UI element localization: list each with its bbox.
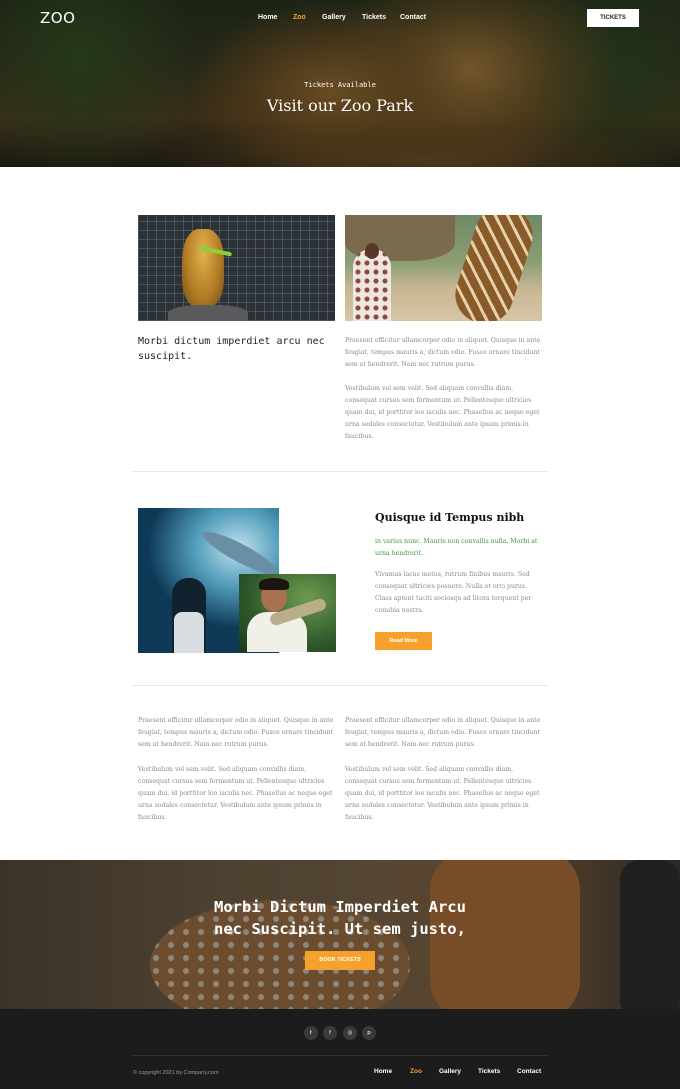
read-more-button[interactable]: Read More xyxy=(375,632,432,650)
footer-nav-gallery[interactable]: Gallery xyxy=(439,1068,461,1075)
section1-paragraph: Vestibulum vel sem velit. Sed aliquam co… xyxy=(345,385,540,440)
reptile-handler-image xyxy=(239,574,336,652)
twitter-icon[interactable]: t xyxy=(304,1026,318,1040)
section2-paragraph: Vivamus lacus metus, rutrum finibus maur… xyxy=(375,571,532,614)
logo[interactable]: ZOO xyxy=(40,9,75,27)
section3-paragraph: Vestibulum vel sem velit. Sed aliquam co… xyxy=(138,766,333,821)
hero-section: ZOO Home Zoo Gallery Tickets Contact TIC… xyxy=(0,0,680,167)
divider xyxy=(132,471,548,472)
section2-highlight: in varius nunc. Mauris non convallis nul… xyxy=(375,538,538,557)
nav-home[interactable]: Home xyxy=(258,14,277,21)
footer: t f ◎ p © copyright 2021 by Company.com … xyxy=(0,1009,680,1089)
pinterest-icon[interactable]: p xyxy=(362,1026,376,1040)
footer-divider xyxy=(132,1055,548,1056)
section3-paragraph: Praesent efficitur ullamcorper odio in a… xyxy=(138,717,334,748)
instagram-icon[interactable]: ◎ xyxy=(343,1026,357,1040)
monkey-image xyxy=(138,215,335,321)
cta-banner: Morbi Dictum Imperdiet Arcu nec Suscipit… xyxy=(0,860,680,1009)
section2-heading: Quisque id Tempus nibh xyxy=(375,511,525,524)
section1-heading: Morbi dictum imperdiet arcu nec suscipit… xyxy=(138,336,325,362)
divider xyxy=(132,685,548,686)
footer-nav-contact[interactable]: Contact xyxy=(517,1068,541,1075)
book-tickets-button[interactable]: BOOK TICKETS xyxy=(305,951,375,970)
hero-subtitle: Tickets Available xyxy=(304,81,376,89)
hero-title: Visit our Zoo Park xyxy=(266,96,414,115)
cta-title: Morbi Dictum Imperdiet Arcu nec Suscipit… xyxy=(214,898,466,938)
section3-paragraph: Praesent efficitur ullamcorper odio in a… xyxy=(345,717,541,748)
nav-tickets[interactable]: Tickets xyxy=(362,14,386,21)
nav-zoo[interactable]: Zoo xyxy=(293,14,306,21)
tickets-button[interactable]: TICKETS xyxy=(587,9,639,27)
giraffe-feeding-image xyxy=(345,215,542,321)
footer-nav-zoo[interactable]: Zoo xyxy=(410,1068,422,1075)
footer-nav-home[interactable]: Home xyxy=(374,1068,392,1075)
nav-contact[interactable]: Contact xyxy=(400,14,426,21)
section3-paragraph: Vestibulum vel sem velit. Sed aliquam co… xyxy=(345,766,540,821)
copyright-text: © copyright 2021 by Company.com xyxy=(133,1070,219,1076)
footer-nav-tickets[interactable]: Tickets xyxy=(478,1068,500,1075)
nav-gallery[interactable]: Gallery xyxy=(322,14,346,21)
section1-paragraph: Praesent efficitur ullamcorper odio in a… xyxy=(345,337,541,368)
facebook-icon[interactable]: f xyxy=(323,1026,337,1040)
